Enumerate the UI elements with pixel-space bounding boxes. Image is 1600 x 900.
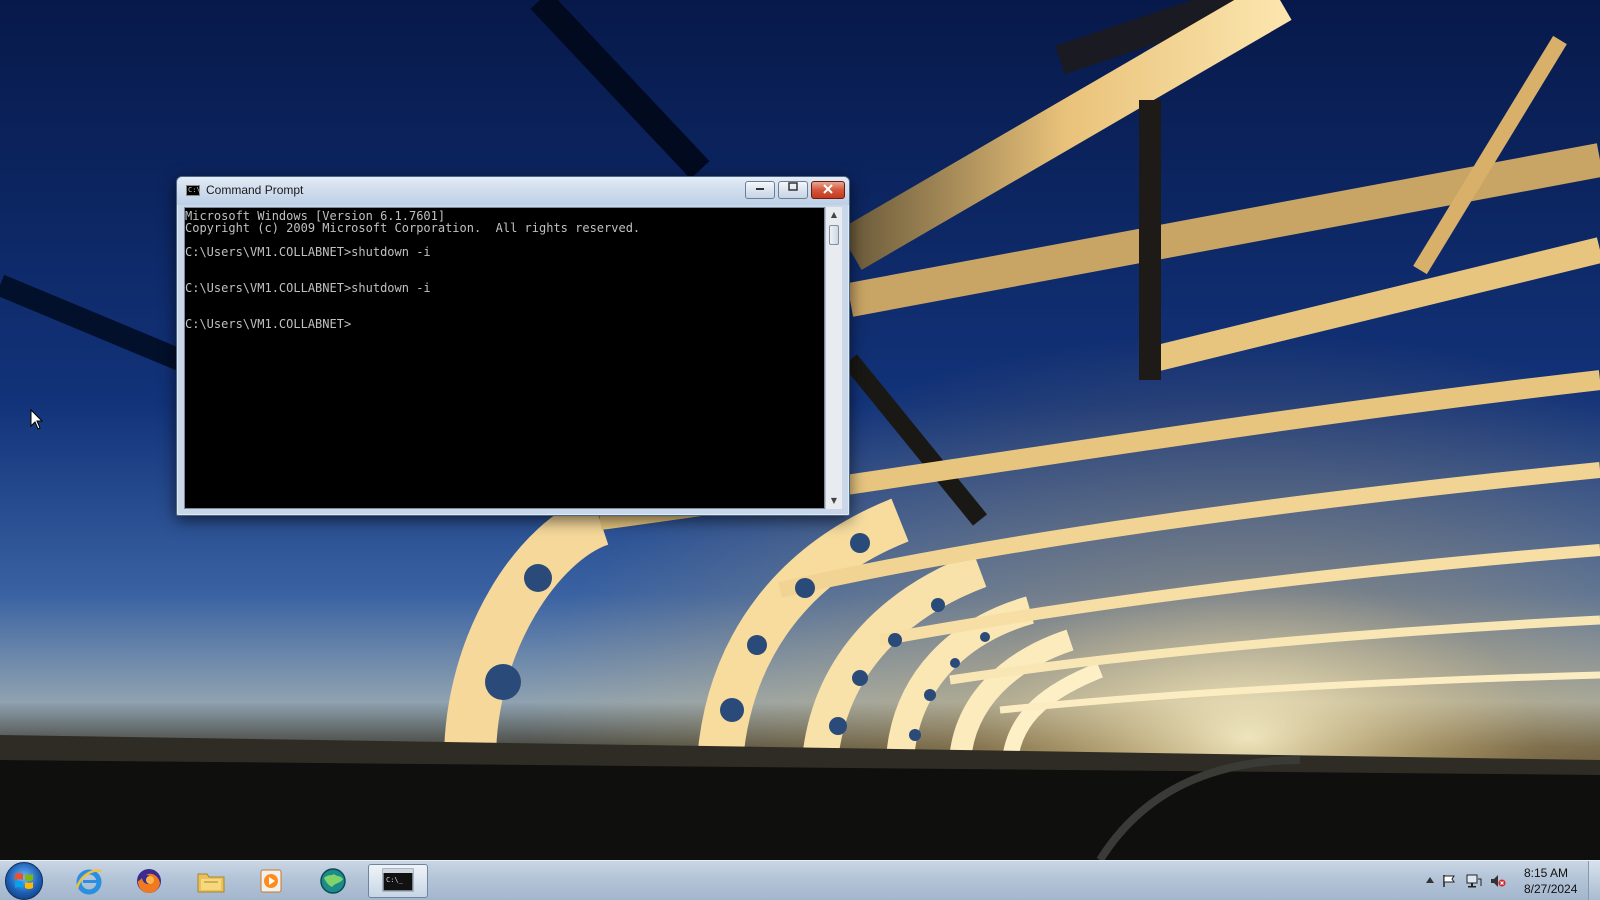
console-line: C:\Users\VM1.COLLABNET>shutdown -i <box>185 245 431 259</box>
console-line: C:\Users\VM1.COLLABNET>shutdown -i <box>185 281 431 295</box>
console-prompt-line[interactable]: C:\Users\VM1.COLLABNET> <box>185 318 824 330</box>
show-desktop-button[interactable] <box>1588 861 1600 900</box>
network-icon[interactable] <box>1466 874 1482 888</box>
folder-icon <box>197 873 225 893</box>
close-button[interactable] <box>811 181 845 199</box>
globe-icon <box>320 868 346 894</box>
internet-explorer-icon <box>75 869 102 895</box>
taskbar-firefox[interactable] <box>122 864 176 898</box>
minimize-icon <box>756 188 764 190</box>
console-line: Copyright (c) 2009 Microsoft Corporation… <box>185 221 641 235</box>
scroll-down-arrow-icon[interactable]: ▼ <box>826 493 842 509</box>
maximize-icon <box>788 182 798 191</box>
maximize-button[interactable] <box>778 181 808 199</box>
mouse-pointer-icon <box>30 409 44 430</box>
media-player-icon <box>260 869 282 893</box>
start-button[interactable] <box>5 862 43 900</box>
window-title: Command Prompt <box>206 183 304 197</box>
minimize-button[interactable] <box>745 181 775 199</box>
desktop[interactable]: C:\ Command Prompt Microsoft Windows [Ve… <box>0 0 1600 900</box>
clock-time[interactable]: 8:15 AM <box>1524 866 1568 880</box>
windows-logo-icon <box>15 873 33 889</box>
scroll-up-arrow-icon[interactable]: ▲ <box>826 207 842 223</box>
scrollbar-thumb[interactable] <box>829 225 839 245</box>
volume-muted-icon[interactable] <box>1490 874 1506 888</box>
action-center-flag-icon[interactable] <box>1442 874 1456 888</box>
firefox-icon <box>137 869 161 894</box>
cmd-icon[interactable]: C:\ <box>186 185 201 196</box>
taskbar-media-player[interactable] <box>244 864 298 898</box>
taskbar[interactable]: C:\_ 8:15 AM 8/27/2024 <box>0 860 1600 900</box>
command-prompt-window[interactable]: C:\ Command Prompt Microsoft Windows [Ve… <box>176 176 850 516</box>
vertical-scrollbar[interactable]: ▲ ▼ <box>825 207 842 509</box>
clock-date[interactable]: 8/27/2024 <box>1524 882 1577 896</box>
cmd-icon: C:\_ <box>382 868 414 892</box>
console-text: Microsoft Windows [Version 6.1.7601] Copy… <box>185 208 824 330</box>
taskbar-internet-explorer[interactable] <box>62 864 116 898</box>
console-output-area[interactable]: Microsoft Windows [Version 6.1.7601] Copy… <box>184 207 825 509</box>
taskbar-command-prompt[interactable]: C:\_ <box>368 864 428 898</box>
svg-text:C:\_: C:\_ <box>386 876 404 884</box>
show-hidden-icons-arrow[interactable] <box>1426 877 1434 883</box>
taskbar-file-explorer[interactable] <box>184 864 238 898</box>
close-icon <box>823 184 833 194</box>
taskbar-globe-app[interactable] <box>306 864 360 898</box>
window-titlebar[interactable]: C:\ Command Prompt <box>177 177 849 205</box>
